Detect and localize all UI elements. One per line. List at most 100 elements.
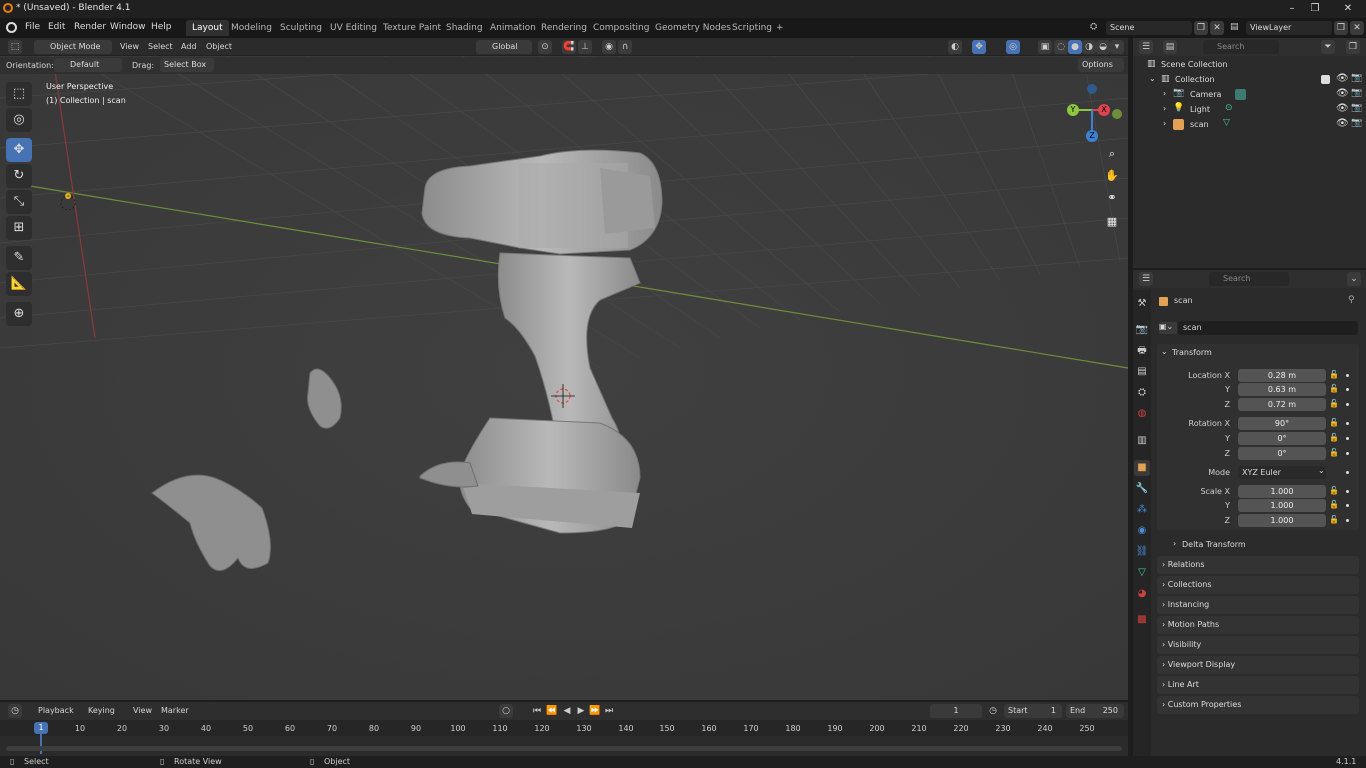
keyframe-dot-icon[interactable]: [1346, 437, 1349, 440]
collection-tab-icon[interactable]: ▥: [1134, 433, 1150, 449]
texture-tab-icon[interactable]: ▩: [1134, 612, 1150, 628]
location-y-field[interactable]: 0.63 m: [1238, 383, 1326, 396]
checkbox-icon[interactable]: [1321, 75, 1330, 84]
visibility-filter-icon[interactable]: ◐: [948, 40, 962, 54]
eye-icon[interactable]: 👁: [1336, 118, 1349, 129]
camera-icon[interactable]: 📷: [1351, 103, 1362, 113]
keyframe-dot-icon[interactable]: [1346, 403, 1349, 406]
chevron-right-icon[interactable]: ›: [1173, 539, 1176, 548]
jump-prev-keyframe-icon[interactable]: ⏪: [545, 704, 559, 718]
orientation-selector[interactable]: Default: [54, 58, 122, 72]
frame-end-field[interactable]: End 250: [1066, 704, 1124, 718]
tab-compositing[interactable]: Compositing: [587, 20, 655, 36]
properties-search-input[interactable]: Search: [1209, 272, 1289, 286]
chevron-right-icon[interactable]: ›: [1163, 89, 1166, 98]
clock-icon[interactable]: ◷: [986, 704, 1000, 718]
snap-target-icon[interactable]: ⊥: [578, 40, 592, 54]
menu-select[interactable]: Select: [148, 42, 173, 51]
keyframe-dot-icon[interactable]: [1346, 490, 1349, 493]
editor-type-icon[interactable]: ⬚: [8, 40, 22, 54]
rendered-shading-icon[interactable]: ◒: [1096, 40, 1110, 54]
menu-window[interactable]: Window: [110, 22, 146, 32]
camera-icon[interactable]: 📷: [1351, 118, 1362, 128]
timeline-scrollbar[interactable]: [6, 746, 1122, 751]
output-tab-icon[interactable]: 🖶: [1134, 343, 1150, 359]
menu-render[interactable]: Render: [74, 22, 106, 32]
scene-tab-icon[interactable]: ⛭: [1134, 385, 1150, 401]
delta-transform-panel[interactable]: Delta Transform: [1182, 540, 1246, 549]
visibility-panel[interactable]: › Visibility: [1157, 636, 1359, 654]
chevron-right-icon[interactable]: ›: [1163, 119, 1166, 128]
select-box-tool-icon[interactable]: ⬚: [6, 82, 32, 106]
move-tool-icon[interactable]: ✥: [6, 138, 32, 162]
navigation-gizmo[interactable]: X Y Z: [1062, 84, 1122, 144]
lock-icon[interactable]: 🔓: [1329, 515, 1339, 525]
camera-view-icon[interactable]: ⚭: [1102, 188, 1122, 208]
blender-menu-icon[interactable]: [6, 22, 17, 33]
location-z-field[interactable]: 0.72 m: [1238, 398, 1326, 411]
measure-tool-icon[interactable]: 📐: [6, 272, 32, 296]
gizmo-y-label[interactable]: Y: [1067, 104, 1079, 116]
filter-icon[interactable]: ⏷: [1321, 40, 1335, 54]
object-tab-icon[interactable]: ■: [1134, 460, 1150, 476]
render-tab-icon[interactable]: 📷: [1134, 322, 1150, 338]
view-layer-tab-icon[interactable]: ▤: [1134, 364, 1150, 380]
xray-icon[interactable]: ▣: [1038, 40, 1052, 54]
scale-y-field[interactable]: 1.000: [1238, 499, 1326, 512]
rotate-tool-icon[interactable]: ↻: [6, 164, 32, 188]
eye-icon[interactable]: 👁: [1336, 73, 1349, 84]
delete-view-layer-icon[interactable]: ✕: [1350, 21, 1364, 35]
lock-icon[interactable]: 🔓: [1329, 384, 1339, 394]
chevron-down-icon[interactable]: ⌄: [1149, 74, 1156, 83]
proportional-edit-icon[interactable]: ◉: [602, 40, 616, 54]
editor-type-icon[interactable]: ☰: [1139, 272, 1153, 286]
particles-tab-icon[interactable]: ⁂: [1134, 502, 1150, 518]
zoom-icon[interactable]: ⌕: [1102, 144, 1122, 164]
lock-icon[interactable]: 🔓: [1329, 399, 1339, 409]
world-tab-icon[interactable]: ◍: [1134, 406, 1150, 422]
instancing-panel[interactable]: › Instancing: [1157, 596, 1359, 614]
relations-panel[interactable]: › Relations: [1157, 556, 1359, 574]
lock-icon[interactable]: 🔓: [1329, 486, 1339, 496]
frame-start-field[interactable]: Start 1: [1004, 704, 1062, 718]
menu-edit[interactable]: Edit: [48, 22, 65, 32]
tab-animation[interactable]: Animation: [484, 20, 542, 36]
options-button[interactable]: Options: [1078, 58, 1124, 72]
outliner-item-light[interactable]: › 💡 Light ⊙ 👁 📷: [1133, 103, 1366, 118]
ortho-grid-icon[interactable]: ▦: [1102, 212, 1122, 232]
play-reverse-icon[interactable]: ◀: [560, 704, 574, 718]
location-x-field[interactable]: 0.28 m: [1238, 369, 1326, 382]
menu-keying[interactable]: Keying: [88, 706, 115, 715]
overlay-toggle-icon[interactable]: ◎: [1006, 40, 1020, 54]
chevron-down-icon[interactable]: ⌄: [1161, 347, 1168, 356]
editor-type-icon[interactable]: ☰: [1139, 40, 1153, 54]
line-art-panel[interactable]: › Line Art: [1157, 676, 1359, 694]
lock-icon[interactable]: 🔓: [1329, 448, 1339, 458]
scale-tool-icon[interactable]: ⤡: [6, 190, 32, 214]
menu-file[interactable]: File: [25, 22, 40, 32]
menu-marker[interactable]: Marker: [161, 706, 189, 715]
object-name-field[interactable]: scan: [1178, 321, 1358, 335]
outliner-search-input[interactable]: Search: [1203, 40, 1279, 54]
tab-shading[interactable]: Shading: [440, 20, 489, 36]
shading-options-icon[interactable]: ▾: [1110, 40, 1124, 54]
editor-type-icon[interactable]: ◷: [8, 704, 22, 718]
physics-tab-icon[interactable]: ◉: [1134, 523, 1150, 539]
falloff-icon[interactable]: ∩: [618, 40, 632, 54]
new-collection-icon[interactable]: ❐: [1346, 40, 1360, 54]
tab-geometry-nodes[interactable]: Geometry Nodes: [649, 20, 737, 36]
delete-scene-icon[interactable]: ✕: [1210, 21, 1224, 35]
outliner-item-scan[interactable]: › scan ▽ 👁 📷: [1133, 118, 1366, 133]
solid-shading-icon[interactable]: ●: [1068, 40, 1082, 54]
rotation-z-field[interactable]: 0°: [1238, 447, 1326, 460]
viewport-display-panel[interactable]: › Viewport Display: [1157, 656, 1359, 674]
jump-next-keyframe-icon[interactable]: ⏩: [588, 704, 602, 718]
tab-texture-paint[interactable]: Texture Paint: [377, 20, 447, 36]
keyframe-dot-icon[interactable]: [1346, 504, 1349, 507]
object-datablock-icon[interactable]: ▣⌄: [1159, 322, 1177, 334]
tool-tab-icon[interactable]: ⚒: [1134, 296, 1150, 312]
close-icon[interactable]: ✕: [1341, 2, 1355, 16]
menu-object[interactable]: Object: [206, 42, 232, 51]
maximize-icon[interactable]: ❐: [1308, 2, 1322, 16]
annotate-tool-icon[interactable]: ✎: [6, 246, 32, 270]
